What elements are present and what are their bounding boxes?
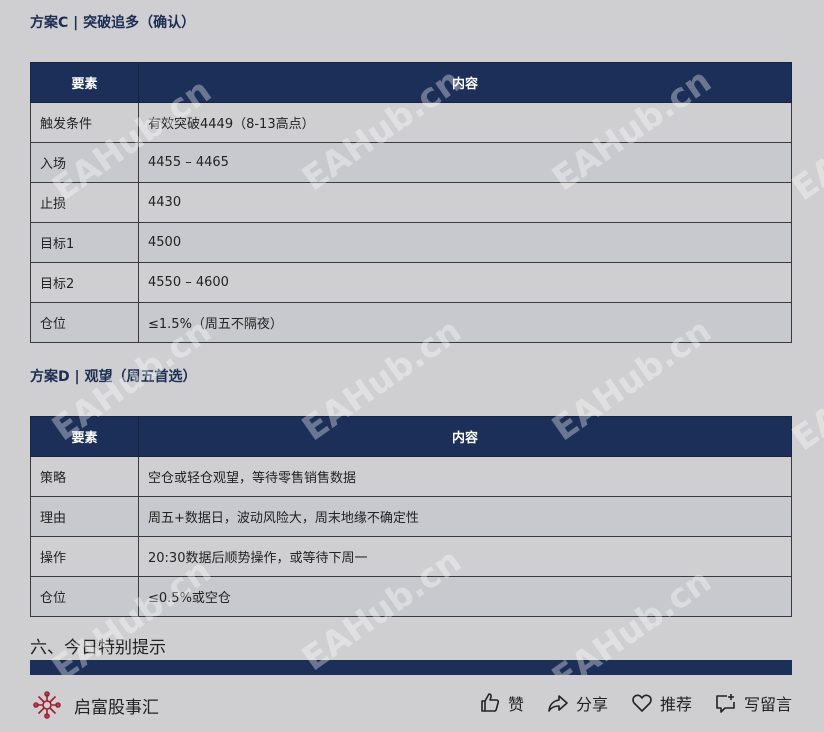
row-value: 周五+数据日，波动风险大，周末地缘不确定性 xyxy=(138,496,792,537)
row-value: ≤0.5%或空仓 xyxy=(138,576,792,617)
account-brand[interactable]: 启富股事汇 xyxy=(32,690,159,720)
row-value: 空仓或轻仓观望，等待零售销售数据 xyxy=(138,456,792,497)
row-key: 仓位 xyxy=(30,576,139,617)
table-row: 策略 空仓或轻仓观望，等待零售销售数据 xyxy=(30,456,792,497)
table-row: 仓位 ≤1.5%（周五不隔夜） xyxy=(30,302,792,343)
row-value: 20:30数据后顺势操作，或等待下周一 xyxy=(138,536,792,577)
row-key: 仓位 xyxy=(30,302,139,343)
thumbs-up-icon xyxy=(481,693,500,712)
brand-logo-icon xyxy=(33,691,61,719)
row-key: 目标2 xyxy=(30,262,139,303)
share-label: 分享 xyxy=(575,695,608,714)
brand-name: 启富股事汇 xyxy=(74,697,159,718)
row-value: ≤1.5%（周五不隔夜） xyxy=(138,302,792,343)
row-key: 止损 xyxy=(30,182,139,223)
row-value: 4455 – 4465 xyxy=(138,142,792,183)
row-value: 4430 xyxy=(138,182,792,223)
section-header-bar xyxy=(30,660,792,675)
row-key: 入场 xyxy=(30,142,139,183)
row-value: 4500 xyxy=(138,222,792,263)
plan-c-title: 方案C | 突破追多（确认） xyxy=(30,15,196,31)
row-key: 触发条件 xyxy=(30,102,139,143)
share-button[interactable]: 分享 xyxy=(546,691,608,715)
column-header-element: 要素 xyxy=(30,62,139,103)
table-row: 触发条件 有效突破4449（8-13高点） xyxy=(30,102,792,143)
row-value: 4550 – 4600 xyxy=(138,262,792,303)
row-key: 理由 xyxy=(30,496,139,537)
column-header-content: 内容 xyxy=(138,416,792,457)
table-row: 止损 4430 xyxy=(30,182,792,223)
table-header-row: 要素 内容 xyxy=(30,416,792,457)
row-value: 有效突破4449（8-13高点） xyxy=(138,102,792,143)
comment-button[interactable]: 写留言 xyxy=(714,691,792,715)
section-heading: 六、今日特别提示 xyxy=(30,638,166,658)
table-row: 理由 周五+数据日，波动风险大，周末地缘不确定性 xyxy=(30,496,792,537)
table-header-row: 要素 内容 xyxy=(30,62,792,103)
article-footer-bar: 启富股事汇 赞 分享 推荐 写留言 xyxy=(0,675,824,732)
table-row: 目标2 4550 – 4600 xyxy=(30,262,792,303)
article-content: 方案C | 突破追多（确认） 要素 内容 触发条件 有效突破4449（8-13高… xyxy=(0,0,824,675)
recommend-button[interactable]: 推荐 xyxy=(630,691,692,715)
row-key: 操作 xyxy=(30,536,139,577)
row-key: 目标1 xyxy=(30,222,139,263)
column-header-content: 内容 xyxy=(138,62,792,103)
plan-d-table: 要素 内容 策略 空仓或轻仓观望，等待零售销售数据 理由 周五+数据日，波动风险… xyxy=(30,416,792,617)
like-label: 赞 xyxy=(507,695,524,714)
heart-icon xyxy=(632,694,652,712)
plan-c-table: 要素 内容 触发条件 有效突破4449（8-13高点） 入场 4455 – 44… xyxy=(30,62,792,343)
table-row: 入场 4455 – 4465 xyxy=(30,142,792,183)
table-row: 操作 20:30数据后顺势操作，或等待下周一 xyxy=(30,536,792,577)
row-key: 策略 xyxy=(30,456,139,497)
like-button[interactable]: 赞 xyxy=(478,691,524,715)
share-icon xyxy=(548,695,568,712)
table-row: 目标1 4500 xyxy=(30,222,792,263)
footer-actions: 赞 分享 推荐 写留言 xyxy=(456,691,792,715)
column-header-element: 要素 xyxy=(30,416,139,457)
table-row: 仓位 ≤0.5%或空仓 xyxy=(30,576,792,617)
plan-d-title: 方案D | 观望（周五首选） xyxy=(30,369,197,385)
write-comment-icon xyxy=(716,694,735,713)
comment-label: 写留言 xyxy=(743,695,792,714)
recommend-label: 推荐 xyxy=(659,695,692,714)
